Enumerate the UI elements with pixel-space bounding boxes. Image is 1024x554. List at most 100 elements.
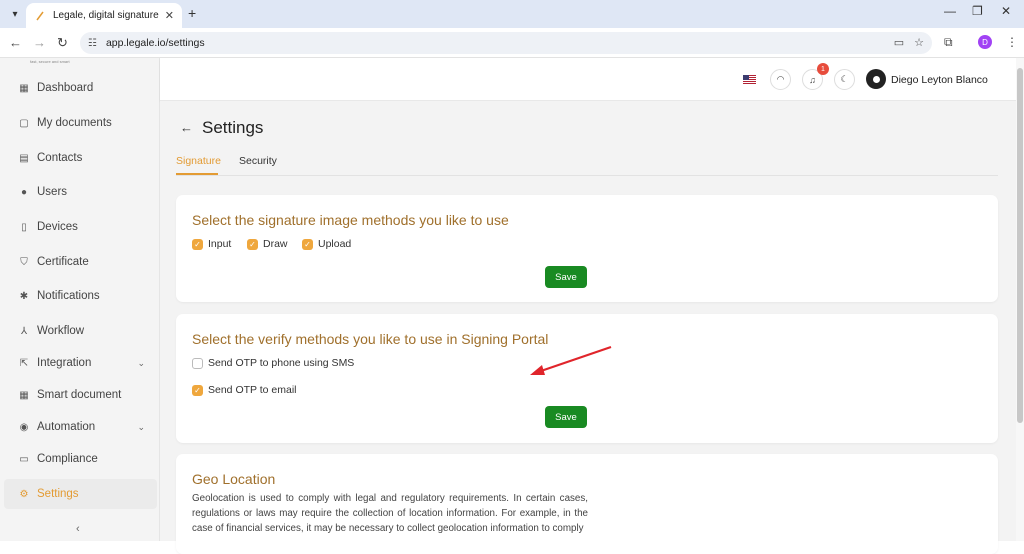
maximize-icon[interactable]: ❐	[972, 4, 983, 18]
avatar[interactable]	[866, 69, 886, 89]
legale-favicon-icon	[34, 10, 46, 22]
checkmark-icon: ✓	[302, 238, 313, 250]
browser-tab[interactable]: Legale, digital signature ✕	[26, 3, 182, 28]
sidebar-item-workflow[interactable]: ⅄ Workflow	[4, 316, 157, 346]
sidebar-item-settings[interactable]: ⚙ Settings	[4, 479, 157, 509]
sidebar-item-notifications[interactable]: ✱ Notifications	[4, 281, 157, 311]
tab-signature[interactable]: Signature	[176, 155, 221, 167]
geo-location-description: Geolocation is used to comply with legal…	[192, 493, 588, 534]
settings-tabs: Signature Security	[176, 148, 998, 176]
checkbox-draw[interactable]: ✓ Draw	[247, 238, 288, 250]
sidebar-item-smart-document[interactable]: ▦ Smart document	[4, 380, 157, 410]
smart-document-icon: ▦	[19, 389, 29, 401]
integration-icon: ⇱	[19, 357, 29, 369]
checkbox-otp-sms[interactable]: Send OTP to phone using SMS	[192, 357, 354, 369]
page-scrollbar[interactable]	[1016, 58, 1024, 541]
chevron-down-icon: ⌄	[137, 421, 145, 432]
tab-security[interactable]: Security	[239, 155, 277, 167]
theme-toggle-icon[interactable]: ☾	[834, 69, 855, 90]
more-menu-icon[interactable]: ⋮	[1006, 35, 1018, 49]
address-bar[interactable]: ☷ app.legale.io/settings ▭ ☆	[80, 32, 932, 54]
save-signature-methods-button[interactable]: Save	[545, 266, 587, 288]
signature-methods-card: Select the signature image methods you l…	[176, 195, 998, 302]
save-verify-methods-button[interactable]: Save	[545, 406, 587, 428]
sidebar-item-automation[interactable]: ◉ Automation ⌄	[4, 412, 157, 442]
workflow-icon: ⅄	[20, 325, 28, 337]
sidebar-item-dashboard[interactable]: ▦ Dashboard	[4, 73, 157, 103]
collapse-sidebar-icon[interactable]: ‹	[76, 523, 80, 535]
notification-badge: 1	[817, 63, 829, 75]
sidebar-item-label: Smart document	[37, 389, 122, 401]
sidebar: fast, secure and smart ▦ Dashboard ▢ My …	[0, 58, 160, 541]
sidebar-item-label: Settings	[37, 488, 79, 500]
sidebar-item-users[interactable]: ● Users	[4, 177, 157, 207]
support-headset-icon[interactable]: ◠	[770, 69, 791, 90]
checkmark-icon: ✓	[247, 238, 258, 250]
active-tab-indicator	[176, 173, 218, 175]
contacts-icon: ▤	[19, 152, 29, 164]
sidebar-item-label: Certificate	[37, 256, 89, 268]
minimize-icon[interactable]: —	[944, 4, 956, 18]
forward-icon[interactable]: →	[33, 35, 46, 50]
install-app-icon[interactable]: ▭	[894, 36, 904, 49]
new-tab-icon[interactable]: +	[188, 5, 196, 21]
automation-icon: ◉	[19, 421, 29, 433]
back-icon[interactable]: ←	[9, 35, 22, 50]
tab-title: Legale, digital signature	[53, 10, 159, 21]
checkmark-icon: ✓	[192, 238, 203, 250]
checkmark-icon: ✓	[192, 384, 203, 396]
checkbox-label: Send OTP to email	[208, 384, 297, 396]
checkbox-label: Input	[208, 238, 232, 250]
profile-avatar[interactable]: D	[978, 35, 992, 49]
logo-tagline: fast, secure and smart	[30, 59, 70, 64]
geo-location-card: Geo Location Geolocation is used to comp…	[176, 454, 998, 554]
app-header: ◠ ♫ 1 ☾ Diego Leyton Blanco	[160, 58, 1016, 101]
checkbox-label: Draw	[263, 238, 288, 250]
dashboard-icon: ▦	[19, 82, 29, 94]
checkbox-otp-email[interactable]: ✓ Send OTP to email	[192, 384, 297, 396]
sidebar-item-label: My documents	[37, 117, 112, 129]
sidebar-item-certificate[interactable]: ⛉ Certificate	[4, 247, 157, 277]
checkbox-empty	[192, 357, 203, 369]
extensions-icon[interactable]: ⧉	[944, 35, 953, 50]
sidebar-item-devices[interactable]: ▯ Devices	[4, 212, 157, 242]
shield-icon: ⛉	[20, 256, 28, 268]
site-info-icon[interactable]: ☷	[88, 38, 97, 49]
gear-icon: ⚙	[19, 488, 29, 500]
device-icon: ▯	[21, 221, 27, 233]
browser-toolbar: ← → ↻ ☷ app.legale.io/settings ▭ ☆	[0, 28, 1024, 58]
folder-icon: ▢	[19, 117, 29, 129]
checkbox-upload[interactable]: ✓ Upload	[302, 238, 351, 250]
close-tab-icon[interactable]: ✕	[165, 9, 174, 22]
main-content: ← Settings Signature Security Select the…	[160, 101, 1016, 554]
user-icon: ●	[20, 186, 28, 198]
close-window-icon[interactable]: ✕	[1001, 4, 1011, 18]
checkbox-input[interactable]: ✓ Input	[192, 238, 231, 250]
bell-icon: ✱	[19, 290, 29, 302]
sidebar-item-label: Notifications	[37, 290, 100, 302]
bookmark-star-icon[interactable]: ☆	[914, 36, 924, 49]
sidebar-item-contacts[interactable]: ▤ Contacts	[4, 143, 157, 173]
page-title: Settings	[202, 118, 264, 137]
sidebar-item-label: Dashboard	[37, 82, 94, 94]
sidebar-item-label: Contacts	[37, 152, 83, 164]
sidebar-item-integration[interactable]: ⇱ Integration ⌄	[4, 348, 157, 378]
sidebar-item-label: Compliance	[37, 453, 98, 465]
sidebar-item-my-documents[interactable]: ▢ My documents	[4, 108, 157, 138]
back-arrow-icon[interactable]: ←	[180, 120, 193, 135]
us-flag-icon[interactable]	[743, 75, 756, 84]
compliance-icon: ▭	[19, 453, 29, 465]
chevron-down-icon: ⌄	[137, 357, 145, 368]
scrollbar-thumb[interactable]	[1017, 68, 1023, 423]
user-name[interactable]: Diego Leyton Blanco	[891, 74, 988, 86]
checkbox-label: Upload	[318, 238, 352, 250]
tab-search-icon[interactable]: ▾	[6, 5, 24, 23]
sidebar-item-label: Devices	[37, 221, 78, 233]
reload-icon[interactable]: ↻	[57, 35, 68, 51]
sidebar-item-label: Users	[37, 186, 68, 198]
signature-methods-heading: Select the signature image methods you l…	[192, 212, 509, 228]
sidebar-item-compliance[interactable]: ▭ Compliance	[4, 444, 157, 474]
sidebar-item-label: Automation	[37, 421, 96, 433]
geo-location-heading: Geo Location	[192, 471, 276, 487]
browser-tab-bar: ▾ Legale, digital signature ✕ + — ❐ ✕	[0, 0, 1024, 28]
